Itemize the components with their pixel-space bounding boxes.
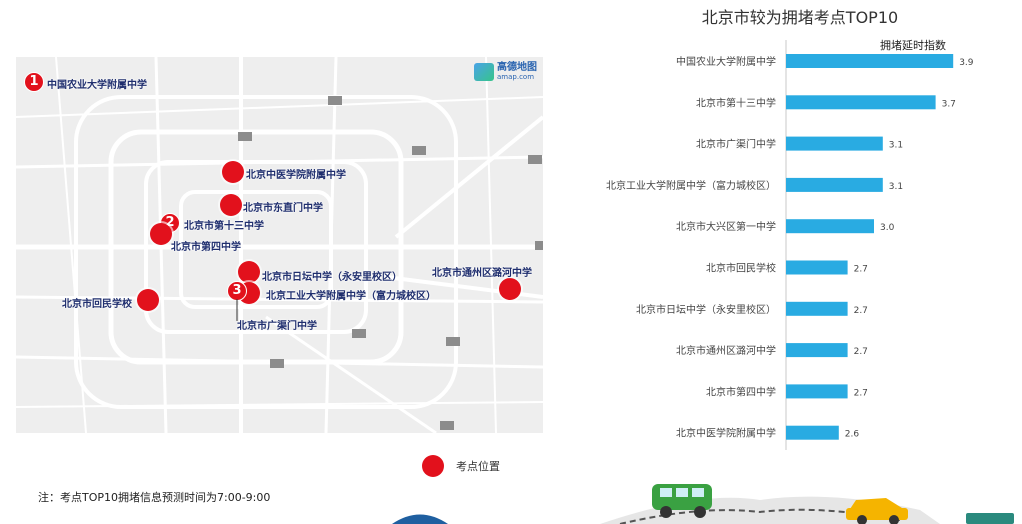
category-label: 北京工业大学附属中学（富力城校区） [606, 179, 776, 192]
value-label: 3.9 [959, 58, 974, 68]
category-label: 北京中医学院附属中学 [676, 427, 776, 440]
category-label: 北京市广渠门中学 [696, 138, 776, 151]
value-label: 3.7 [942, 99, 956, 109]
category-label: 北京市通州区潞河中学 [676, 344, 776, 357]
value-label: 3.1 [889, 182, 903, 192]
bar [786, 343, 848, 358]
category-label: 北京市第四中学 [706, 385, 776, 398]
bar [786, 425, 839, 440]
value-label: 2.7 [854, 347, 868, 357]
category-label: 北京市第十三中学 [696, 96, 776, 109]
value-label: 3.1 [889, 141, 903, 151]
category-label: 北京市回民学校 [706, 262, 776, 275]
bar [786, 219, 874, 234]
bar [786, 95, 936, 110]
value-label: 3.0 [880, 223, 895, 233]
bar [786, 260, 848, 275]
series-label: 拥堵延时指数 [880, 38, 946, 52]
category-label: 北京市日坛中学（永安里校区） [636, 303, 776, 316]
value-label: 2.7 [854, 388, 868, 398]
value-label: 2.7 [854, 306, 868, 316]
category-label: 北京市大兴区第一中学 [676, 220, 776, 233]
bar [786, 301, 848, 316]
bar [786, 384, 848, 399]
category-label: 中国农业大学附属中学 [676, 55, 776, 68]
bar-chart: 拥堵延时指数中国农业大学附属中学 3.9 北京市第十三中学 3.7 北京市广渠门中学 3.… [606, 38, 974, 450]
bar [786, 177, 883, 192]
bar [786, 54, 954, 68]
value-label: 2.6 [845, 430, 860, 440]
value-label: 2.7 [854, 265, 868, 275]
bar [786, 136, 883, 151]
